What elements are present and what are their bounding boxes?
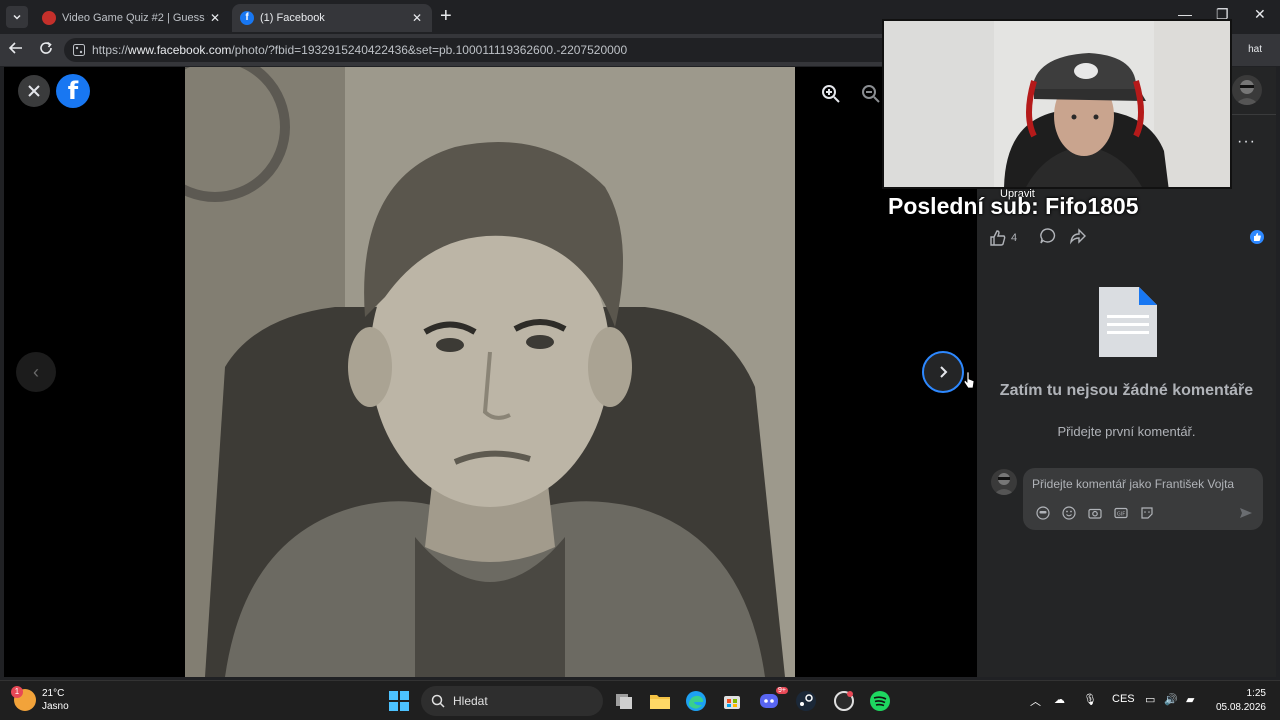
clock-date: 05.08.2026 <box>1215 702 1266 713</box>
camera-icon[interactable] <box>1087 505 1103 521</box>
zoom-out-button[interactable] <box>858 81 884 107</box>
gif-icon[interactable]: GIF <box>1113 505 1129 521</box>
tab-list-button[interactable] <box>6 6 28 28</box>
sun-icon: 1 <box>11 686 36 711</box>
language-indicator[interactable]: CES <box>1112 693 1135 705</box>
no-comments-subtitle: Přidejte první komentář. <box>1057 424 1196 439</box>
commenter-avatar[interactable] <box>991 469 1017 495</box>
url-host: www.facebook.com <box>128 43 232 57</box>
webcam-overlay <box>882 19 1232 189</box>
like-reaction-badge-icon <box>1250 230 1264 244</box>
show-hidden-icons-icon[interactable]: ︿ <box>1030 693 1041 709</box>
comment-composer: Přidejte komentář jako František Vojta G… <box>1023 468 1263 530</box>
reload-icon[interactable] <box>38 40 54 61</box>
tab-title: Video Game Quiz #2 | Guess the G <box>62 12 208 24</box>
emoji-icon[interactable] <box>1061 505 1077 521</box>
volume-icon[interactable]: 🔊 <box>1164 693 1178 706</box>
photo-viewer: f ‹ <box>4 67 977 677</box>
chevron-down-icon <box>13 14 21 20</box>
new-tab-icon[interactable]: + <box>440 6 452 26</box>
comment-icon <box>1040 228 1056 244</box>
microphone-icon[interactable]: 🎙 <box>1083 693 1097 706</box>
tab-facebook[interactable]: f (1) Facebook ✕ <box>232 4 432 32</box>
photo[interactable] <box>185 67 795 677</box>
share-button[interactable] <box>1069 227 1087 248</box>
taskbar: 1 21°C Jasno Hledat 9+ ︿ ☁ 🎙 CES ▭ 🔊 ▰ 1… <box>0 680 1280 720</box>
weather-widget[interactable]: 1 21°C Jasno <box>11 686 69 713</box>
portrait-illustration <box>185 67 795 677</box>
send-comment-icon[interactable] <box>1239 506 1253 525</box>
steam-icon[interactable] <box>794 689 818 713</box>
next-photo-button[interactable] <box>922 351 964 393</box>
discord-badge: 9+ <box>776 687 788 694</box>
url-scheme: https:// <box>92 43 129 57</box>
back-arrow-icon[interactable] <box>8 40 24 61</box>
document-icon <box>1097 285 1159 364</box>
discord-icon[interactable]: 9+ <box>758 687 788 713</box>
reaction-bar: 4 <box>989 227 1087 248</box>
tab-title: (1) Facebook <box>260 12 325 24</box>
account-avatar[interactable] <box>1232 75 1262 105</box>
facebook-logo[interactable]: f <box>56 74 90 108</box>
no-comments-title: Zatím tu nejsou žádné komentáře <box>999 382 1254 399</box>
composer-toolbar: GIF <box>1035 505 1155 521</box>
svg-text:GIF: GIF <box>1117 511 1125 517</box>
network-icon[interactable]: ▭ <box>1145 693 1155 706</box>
edge-browser-icon[interactable] <box>684 689 708 713</box>
comment-input[interactable]: Přidejte komentář jako František Vojta <box>1032 477 1234 491</box>
chevron-right-icon <box>940 366 948 378</box>
site-info-icon[interactable] <box>72 43 86 57</box>
streamer-webcam-illustration <box>884 21 1230 187</box>
weather-badge: 1 <box>11 686 23 698</box>
like-button[interactable]: 4 <box>989 229 1017 247</box>
close-tab-icon[interactable]: ✕ <box>208 11 222 25</box>
avatar-sticker-icon[interactable] <box>1035 505 1051 521</box>
tab-video-game-quiz[interactable]: Video Game Quiz #2 | Guess the G ✕ <box>34 4 230 32</box>
zoom-in-icon <box>822 85 840 103</box>
share-icon <box>1070 228 1087 245</box>
youtube-favicon-icon <box>42 11 56 25</box>
clock[interactable]: 1:25 05.08.2026 <box>1216 687 1266 715</box>
onedrive-icon[interactable]: ☁ <box>1054 693 1065 706</box>
spotify-icon[interactable] <box>868 689 892 713</box>
like-count: 4 <box>1011 231 1018 244</box>
zoom-in-button[interactable] <box>818 81 844 107</box>
store-icon[interactable] <box>720 689 744 713</box>
chevron-left-icon: ‹ <box>33 361 39 382</box>
zoom-out-icon <box>862 85 880 103</box>
close-window-icon[interactable]: ✕ <box>1254 6 1266 23</box>
sticker-icon[interactable] <box>1139 505 1155 521</box>
url-path: /photo/?fbid=1932915240422436&set=pb.100… <box>231 43 628 57</box>
weather-description: Jasno <box>42 701 69 712</box>
task-view-icon[interactable] <box>612 689 636 713</box>
search-icon <box>431 694 445 708</box>
search-placeholder: Hledat <box>453 694 488 708</box>
comment-button[interactable] <box>1039 227 1057 248</box>
previous-photo-button[interactable]: ‹ <box>16 352 56 392</box>
mouse-cursor-icon <box>963 371 975 389</box>
start-button-windows-icon[interactable] <box>389 691 409 711</box>
close-tab-icon[interactable]: ✕ <box>410 11 424 25</box>
thumbs-up-icon <box>990 229 1006 246</box>
obs-icon[interactable] <box>832 689 856 713</box>
file-explorer-icon[interactable] <box>648 689 672 713</box>
facebook-favicon-icon: f <box>240 11 254 25</box>
taskbar-search[interactable]: Hledat <box>421 686 603 716</box>
more-options-icon[interactable]: ··· <box>1237 133 1256 151</box>
weather-temperature: 21°C <box>42 688 65 699</box>
close-viewer-button[interactable] <box>18 75 50 107</box>
clock-time: 1:25 <box>1246 688 1266 699</box>
close-icon <box>28 85 40 97</box>
chat-label[interactable]: hat <box>1248 44 1262 55</box>
last-sub-caption: Poslední sub: Fifo1805 <box>888 193 1139 219</box>
battery-icon[interactable]: ▰ <box>1186 693 1194 706</box>
